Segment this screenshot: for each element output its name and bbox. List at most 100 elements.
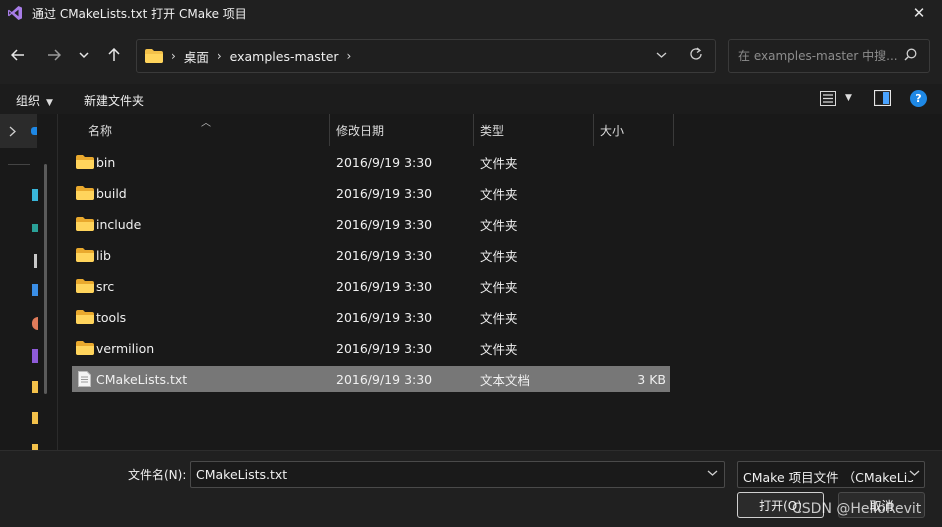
visual-studio-logo-icon xyxy=(6,4,24,22)
breadcrumb-examples-master[interactable]: examples-master xyxy=(230,49,339,64)
file-type: 文件夹 xyxy=(480,155,518,171)
filetype-select[interactable]: CMake 项目文件 （CMakeLis xyxy=(737,461,925,488)
file-name: tools xyxy=(96,309,127,325)
file-type: 文件夹 xyxy=(480,310,518,326)
file-type: 文件夹 xyxy=(480,217,518,233)
file-type: 文本文档 xyxy=(480,372,531,388)
file-modified: 2016/9/19 3:30 xyxy=(336,340,433,356)
view-options-icon[interactable] xyxy=(820,91,836,109)
file-modified: 2016/9/19 3:30 xyxy=(336,371,433,387)
preview-pane-icon[interactable] xyxy=(873,89,892,109)
column-header-label: 类型 xyxy=(480,123,505,138)
breadcrumb-desktop[interactable]: 桌面 xyxy=(184,47,209,66)
search-icon[interactable] xyxy=(904,48,917,64)
videos-icon[interactable] xyxy=(32,349,38,363)
window-title: 通过 CMakeLists.txt 打开 CMake 项目 xyxy=(32,6,247,21)
folder-icon[interactable] xyxy=(32,381,38,393)
navigation-pane xyxy=(0,114,58,450)
up-arrow-icon[interactable] xyxy=(102,44,126,66)
search-box[interactable] xyxy=(728,39,930,73)
file-modified: 2016/9/19 3:30 xyxy=(336,309,433,325)
column-header-name[interactable]: 名称 xyxy=(58,114,330,146)
file-list: ︿ 名称 修改日期 类型 大小 bin 2016/9/19 3:30 文件夹 buil… xyxy=(58,114,942,450)
file-modified: 2016/9/19 3:30 xyxy=(336,278,433,294)
column-header-label: 修改日期 xyxy=(336,123,385,138)
new-folder-button[interactable]: 新建文件夹 xyxy=(84,92,144,109)
file-name: lib xyxy=(96,247,111,263)
back-arrow-icon[interactable] xyxy=(6,44,30,66)
filename-label: 文件名(N): xyxy=(128,468,187,482)
filename-combobox[interactable]: CMakeLists.txt xyxy=(190,461,725,488)
file-name: CMakeLists.txt xyxy=(96,371,188,387)
file-type: 文件夹 xyxy=(480,248,518,264)
file-name: src xyxy=(96,278,115,294)
address-dropdown-chevron-icon[interactable] xyxy=(656,48,667,62)
filename-input[interactable]: CMakeLists.txt xyxy=(196,467,287,482)
expand-chevron-icon[interactable] xyxy=(0,114,37,148)
file-modified: 2016/9/19 3:30 xyxy=(336,247,433,263)
caret-down-icon: ▼ xyxy=(46,98,53,108)
navigation-scrollbar[interactable] xyxy=(44,164,47,394)
folder-icon xyxy=(76,341,94,355)
forward-arrow-icon[interactable] xyxy=(42,44,66,66)
file-row[interactable]: bin 2016/9/19 3:30 文件夹 xyxy=(72,149,670,175)
file-row[interactable]: vermilion 2016/9/19 3:30 文件夹 xyxy=(72,335,670,361)
file-type: 文件夹 xyxy=(480,279,518,295)
folder-icon xyxy=(76,186,94,200)
dialog-footer: 文件名(N): CMakeLists.txt CMake 项目文件 （CMake… xyxy=(0,450,942,527)
onedrive-icon xyxy=(31,127,37,135)
file-row[interactable]: CMakeLists.txt 2016/9/19 3:30 文本文档 3 KB xyxy=(72,366,670,392)
folder-icon xyxy=(76,155,94,169)
close-button[interactable]: ✕ xyxy=(896,0,942,26)
watermark: CSDN @HelloRevit xyxy=(792,501,922,517)
navigation-bar: › 桌面 › examples-master › xyxy=(0,26,942,84)
file-modified: 2016/9/19 3:30 xyxy=(336,185,433,201)
file-row[interactable]: lib 2016/9/19 3:30 文件夹 xyxy=(72,242,670,268)
chevron-down-icon[interactable] xyxy=(907,467,920,480)
file-modified: 2016/9/19 3:30 xyxy=(336,154,433,170)
file-size: 3 KB xyxy=(637,371,666,387)
file-name: bin xyxy=(96,154,116,170)
folder-icon xyxy=(76,279,94,293)
downloads-icon[interactable] xyxy=(32,224,38,232)
column-header-size[interactable]: 大小 xyxy=(594,114,674,146)
chevron-down-icon[interactable] xyxy=(707,467,718,480)
music-icon[interactable] xyxy=(32,317,38,330)
help-icon[interactable]: ? xyxy=(910,90,927,107)
column-header-label: 名称 xyxy=(88,123,113,138)
column-header-row: ︿ 名称 修改日期 类型 大小 xyxy=(58,114,942,146)
folder-icon xyxy=(145,49,163,63)
column-header-type[interactable]: 类型 xyxy=(474,114,594,146)
file-name: vermilion xyxy=(96,340,155,356)
file-row[interactable]: build 2016/9/19 3:30 文件夹 xyxy=(72,180,670,206)
recent-locations-chevron-icon[interactable] xyxy=(72,44,96,66)
title-bar: 通过 CMakeLists.txt 打开 CMake 项目 ✕ xyxy=(0,0,942,26)
breadcrumb-separator-icon: › xyxy=(171,49,176,63)
column-header-label: 大小 xyxy=(600,123,625,138)
file-row[interactable]: src 2016/9/19 3:30 文件夹 xyxy=(72,273,670,299)
address-bar[interactable]: › 桌面 › examples-master › xyxy=(136,39,716,73)
desktop-icon[interactable] xyxy=(32,189,38,201)
search-input[interactable] xyxy=(738,49,898,63)
breadcrumb-separator-icon[interactable]: › xyxy=(347,49,352,63)
filetype-value: CMake 项目文件 （CMakeLis xyxy=(743,470,914,485)
refresh-icon[interactable] xyxy=(689,47,703,65)
folder-icon[interactable] xyxy=(32,412,38,424)
documents-icon[interactable] xyxy=(34,254,37,268)
command-toolbar: 组织 ▼ 新建文件夹 ▼ ? xyxy=(0,84,942,114)
pictures-icon[interactable] xyxy=(32,284,38,296)
organize-menu[interactable]: 组织 ▼ xyxy=(16,92,53,109)
file-type: 文件夹 xyxy=(480,341,518,357)
breadcrumb-separator-icon: › xyxy=(216,49,222,63)
file-row[interactable]: include 2016/9/19 3:30 文件夹 xyxy=(72,211,670,237)
file-row[interactable]: tools 2016/9/19 3:30 文件夹 xyxy=(72,304,670,330)
folder-icon xyxy=(76,248,94,262)
file-name: include xyxy=(96,216,142,232)
divider xyxy=(8,164,30,165)
text-file-icon xyxy=(78,371,91,387)
folder-icon xyxy=(76,310,94,324)
organize-label: 组织 xyxy=(16,94,41,108)
view-caret-down-icon[interactable]: ▼ xyxy=(845,93,852,103)
file-modified: 2016/9/19 3:30 xyxy=(336,216,433,232)
column-header-modified[interactable]: 修改日期 xyxy=(330,114,474,146)
